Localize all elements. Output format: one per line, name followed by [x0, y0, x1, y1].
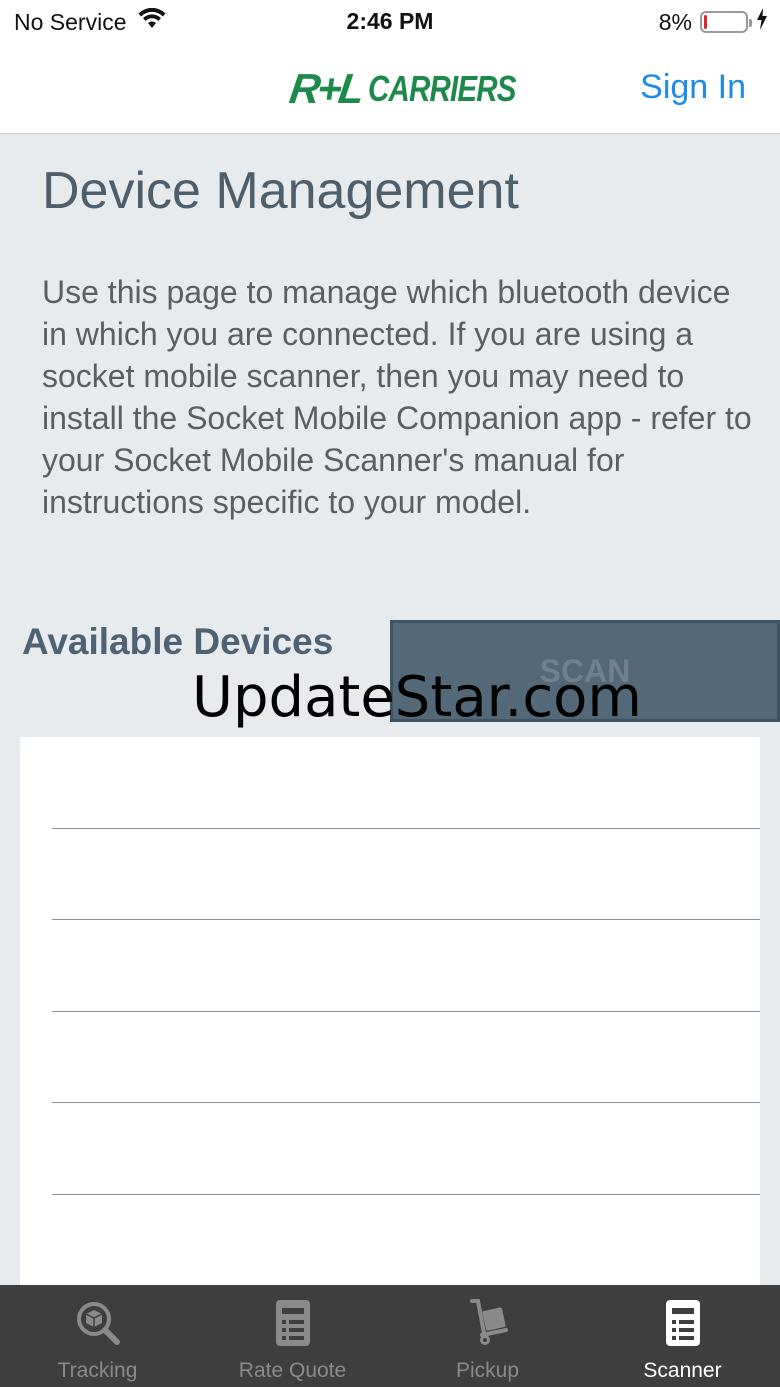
scanner-document-icon [659, 1299, 707, 1347]
tab-label: Scanner [643, 1359, 722, 1382]
available-devices-heading: Available Devices [22, 621, 334, 662]
tab-scanner[interactable]: Scanner [585, 1285, 780, 1387]
rl-carriers-logo: R+L CARRIERS [286, 65, 548, 112]
rate-quote-document-icon [269, 1299, 317, 1347]
logo-mark: R+L [286, 65, 365, 112]
tab-bar: Tracking Rate Quote Pickup Scanner [0, 1285, 780, 1387]
tab-rate-quote[interactable]: Rate Quote [195, 1285, 390, 1387]
device-row[interactable] [52, 829, 760, 920]
battery-icon [700, 11, 752, 33]
pickup-hand-truck-icon [464, 1299, 512, 1347]
nav-header: R+L CARRIERS Sign In [0, 44, 780, 134]
device-row[interactable] [52, 1103, 760, 1195]
status-bar: No Service 2:46 PM 8% [0, 0, 780, 44]
device-row[interactable] [52, 1195, 760, 1286]
device-row[interactable] [52, 1012, 760, 1103]
tab-label: Rate Quote [238, 1359, 347, 1382]
battery-percent: 8% [658, 8, 692, 35]
device-management-page: Device Management Use this page to manag… [0, 135, 780, 1286]
tab-tracking[interactable]: Tracking [0, 1285, 195, 1387]
status-right: 8% [659, 8, 768, 36]
device-row[interactable] [52, 737, 760, 829]
charging-bolt-icon [756, 8, 768, 36]
sign-in-link[interactable]: Sign In [640, 68, 746, 107]
battery-level-fill [704, 15, 707, 29]
page-description: Use this page to manage which bluetooth … [42, 274, 752, 520]
device-list [20, 737, 760, 1286]
page-title: Device Management [42, 162, 519, 220]
tab-pickup[interactable]: Pickup [390, 1285, 585, 1387]
tracking-search-box-icon [74, 1299, 122, 1347]
logo-word: CARRIERS [367, 68, 516, 109]
scan-button[interactable]: SCAN [390, 620, 780, 722]
tab-label: Tracking [57, 1359, 138, 1382]
tab-label: Pickup [455, 1359, 520, 1382]
device-row[interactable] [52, 920, 760, 1012]
